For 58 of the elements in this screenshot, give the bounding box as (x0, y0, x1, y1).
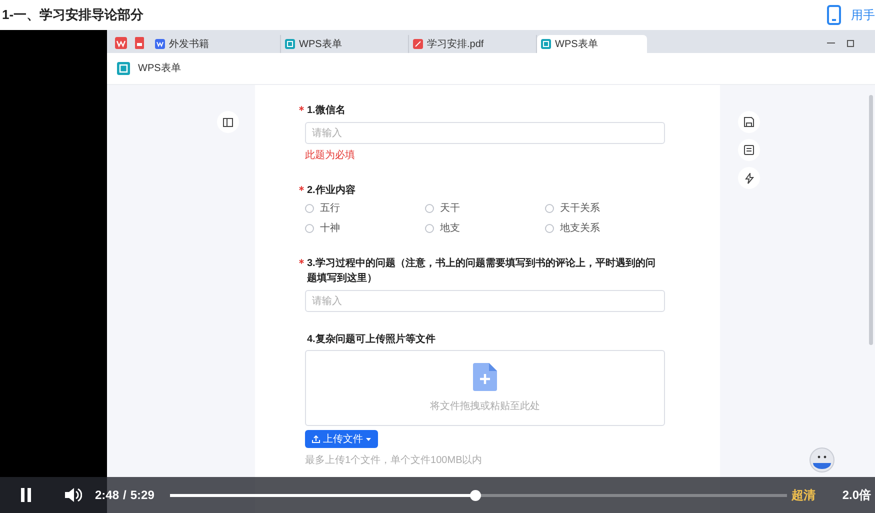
text-input-field[interactable]: 请输入 (305, 290, 665, 312)
phone-icon (827, 5, 841, 25)
assistant-mascot-icon[interactable] (809, 447, 835, 473)
sidebar-toggle-button[interactable] (217, 111, 239, 133)
caret-icon (366, 438, 371, 440)
duration: 5:29 (130, 487, 154, 504)
restore-icon[interactable] (847, 39, 855, 47)
required-mark-icon (299, 259, 304, 264)
browser-tab[interactable]: WPS表单 (537, 35, 647, 53)
option-label: 地支关系 (560, 222, 600, 236)
time-separator: / (123, 487, 126, 504)
pdf-icon (413, 39, 423, 49)
radio-button[interactable] (425, 204, 434, 213)
pause-button[interactable] (18, 487, 34, 503)
question-label: 4.复杂问题可上传照片等文件 (307, 332, 436, 347)
sidebar-icon (223, 118, 233, 126)
option-label: 五行 (320, 202, 340, 216)
error-message: 此题为必填 (305, 148, 356, 163)
text-input-field[interactable]: 请输入 (305, 122, 665, 144)
volume-icon[interactable] (64, 487, 82, 503)
option-label: 地支 (440, 222, 460, 236)
app-title: WPS表单 (138, 62, 181, 76)
form-icon (285, 39, 295, 49)
file-add-icon (473, 362, 497, 390)
question-label: 3.学习过程中的问题（注意，书上的问题需要填写到书的评论上，平时遇到的问题填写到这里） (307, 256, 656, 286)
mobile-link[interactable]: 用手 (851, 6, 875, 24)
pdf-icon[interactable] (133, 37, 145, 49)
required-mark-icon (299, 106, 304, 111)
lightning-icon (744, 172, 754, 184)
option-label: 十神 (320, 222, 340, 236)
document-icon (155, 39, 165, 49)
app-logo-icon[interactable] (115, 37, 127, 49)
option-label: 天干 (440, 202, 460, 216)
form-app-icon (117, 62, 130, 75)
save-button[interactable] (738, 111, 760, 133)
drop-hint: 将文件拖拽或粘贴至此处 (430, 400, 540, 414)
notes-button[interactable] (738, 139, 760, 161)
upload-limit-hint: 最多上传1个文件，单个文件100MB以内 (305, 454, 484, 468)
speed-button[interactable]: 2.0倍 (842, 486, 871, 504)
radio-button[interactable] (305, 204, 314, 213)
lightning-button[interactable] (738, 167, 760, 189)
save-icon (744, 117, 754, 127)
question-label: 1.微信名 (307, 104, 346, 118)
upload-icon (312, 435, 320, 443)
radio-button[interactable] (545, 204, 554, 213)
option-label: 天干关系 (560, 202, 600, 216)
document-icon (744, 145, 754, 155)
quality-button[interactable]: 超清 (789, 486, 818, 504)
lesson-title: 1-一、学习安排导论部分 (2, 6, 144, 24)
radio-button[interactable] (305, 224, 314, 233)
question-label: 2.作业内容 (307, 183, 356, 198)
form-icon (541, 39, 551, 49)
radio-button[interactable] (545, 224, 554, 233)
current-time: 2:48 (95, 487, 120, 504)
required-mark-icon (299, 186, 304, 191)
progress-thumb[interactable] (470, 490, 482, 500)
upload-button[interactable]: 上传文件 (305, 430, 378, 448)
radio-button[interactable] (425, 224, 434, 233)
